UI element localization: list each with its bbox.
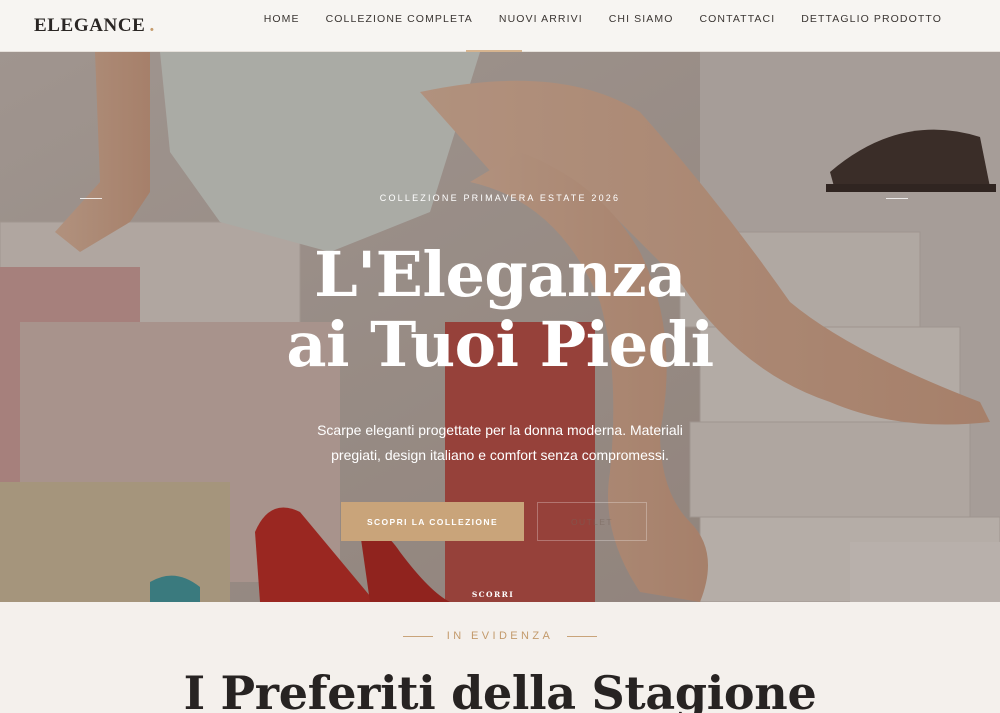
nav-dettaglio-prodotto[interactable]: DETTAGLIO PRODOTTO [801,13,942,25]
logo-dot: . [149,14,155,36]
brand-logo[interactable]: ELEGANCE . [34,15,155,37]
hero-section: COLLEZIONE PRIMAVERA ESTATE 2026 L'Elega… [0,52,1000,602]
scroll-indicator[interactable]: SCORRI [0,590,986,599]
featured-eyebrow-wrap: IN EVIDENZA [0,630,1000,642]
eyebrow-line-left [402,635,433,637]
hero-subtitle: Scarpe eleganti progettate per la donna … [290,418,710,468]
hero-subtitle-line-1: Scarpe eleganti progettate per la donna … [317,422,683,438]
nav-collezione-completa[interactable]: COLLEZIONE COMPLETA [326,13,473,25]
nav-chi-siamo[interactable]: CHI SIAMO [609,13,674,25]
eyebrow-line-right [567,635,598,637]
hero-title-line-2: ai Tuoi Piedi [286,308,714,381]
nav-contattaci[interactable]: CONTATTACI [699,13,775,25]
nav-home[interactable]: HOME [264,13,300,25]
nav-active-indicator [466,50,522,52]
main-nav: HOME COLLEZIONE COMPLETA NUOVI ARRIVI CH… [264,0,942,38]
outlet-button[interactable]: OUTLET [537,502,647,541]
site-header: ELEGANCE . HOME COLLEZIONE COMPLETA NUOV… [0,0,1000,52]
hero-eyebrow: COLLEZIONE PRIMAVERA ESTATE 2026 [379,193,621,203]
hero-subtitle-line-2: pregiati, design italiano e comfort senz… [331,447,669,463]
logo-text: ELEGANCE [34,14,146,36]
featured-eyebrow: IN EVIDENZA [446,630,554,642]
featured-title: I Preferiti della Stagione [183,666,817,713]
nav-nuovi-arrivi[interactable]: NUOVI ARRIVI [499,13,583,25]
featured-section: IN EVIDENZA I Preferiti della Stagione [0,602,1000,713]
hero-title: L'Eleganza ai Tuoi Piedi [0,240,1000,380]
hero-title-line-1: L'Eleganza [314,238,686,311]
discover-collection-button[interactable]: SCOPRI LA COLLEZIONE [341,502,524,541]
